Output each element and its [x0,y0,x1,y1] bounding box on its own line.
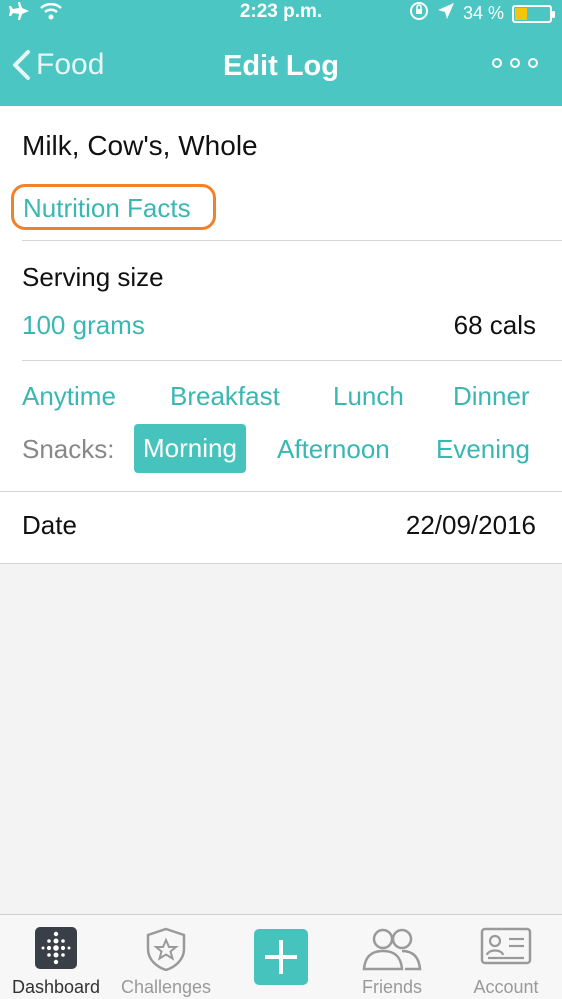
battery-level [515,7,527,20]
serving-amount[interactable]: 100 grams [22,310,145,341]
tab-bar: Dashboard Challenges Friends Account [0,914,562,999]
account-card-icon [480,927,532,970]
battery-icon [512,4,555,23]
back-label: Food [36,48,105,81]
divider [0,491,562,492]
serving-calories: 68 cals [453,310,536,340]
nutrition-facts-link[interactable]: Nutrition Facts [11,184,216,230]
tab-friends[interactable]: Friends [336,915,448,999]
tab-account[interactable]: Account [450,915,562,999]
snacks-label: Snacks: [22,434,115,464]
nav-bar: Food Edit Log [0,40,562,96]
tab-friends-label: Friends [361,977,423,997]
battery-percent: 34 % [462,3,504,23]
header: 2:23 p.m. 34 % Food Edit Log [0,0,562,106]
tab-add[interactable] [225,915,337,999]
meal-dinner[interactable]: Dinner [453,381,530,412]
rotation-lock-icon [409,1,429,26]
snack-evening[interactable]: Evening [436,434,530,465]
divider [22,360,562,361]
meal-lunch[interactable]: Lunch [333,381,404,412]
food-name: Milk, Cow's, Whole [22,130,258,161]
tab-account-label: Account [473,977,539,997]
meal-breakfast[interactable]: Breakfast [170,381,280,412]
date-value[interactable]: 22/09/2016 [406,510,536,541]
divider [0,563,562,564]
tab-dashboard-label: Dashboard [11,977,101,997]
snack-afternoon[interactable]: Afternoon [277,434,390,465]
more-icon[interactable] [492,58,538,68]
tab-challenges-label: Challenges [120,977,212,997]
divider [22,240,562,241]
tab-challenges[interactable]: Challenges [110,915,222,999]
meal-anytime[interactable]: Anytime [22,381,116,412]
snack-morning[interactable]: Morning [134,424,246,473]
plus-icon [254,927,308,985]
add-button-shape [254,929,308,985]
back-button[interactable]: Food [10,48,104,82]
serving-size-label: Serving size [22,262,164,292]
location-arrow-icon [437,2,455,25]
challenges-star-icon [145,927,187,976]
status-right: 34 % [409,1,555,26]
nutrition-facts-label: Nutrition Facts [23,193,191,223]
tab-dashboard[interactable]: Dashboard [0,915,112,999]
status-bar: 2:23 p.m. 34 % [0,0,562,26]
date-label: Date [22,510,77,540]
chevron-left-icon [13,50,30,80]
dashboard-icon [35,927,77,974]
friends-icon [361,927,423,976]
edit-log-form: Milk, Cow's, Whole Nutrition Facts Servi… [0,106,562,564]
